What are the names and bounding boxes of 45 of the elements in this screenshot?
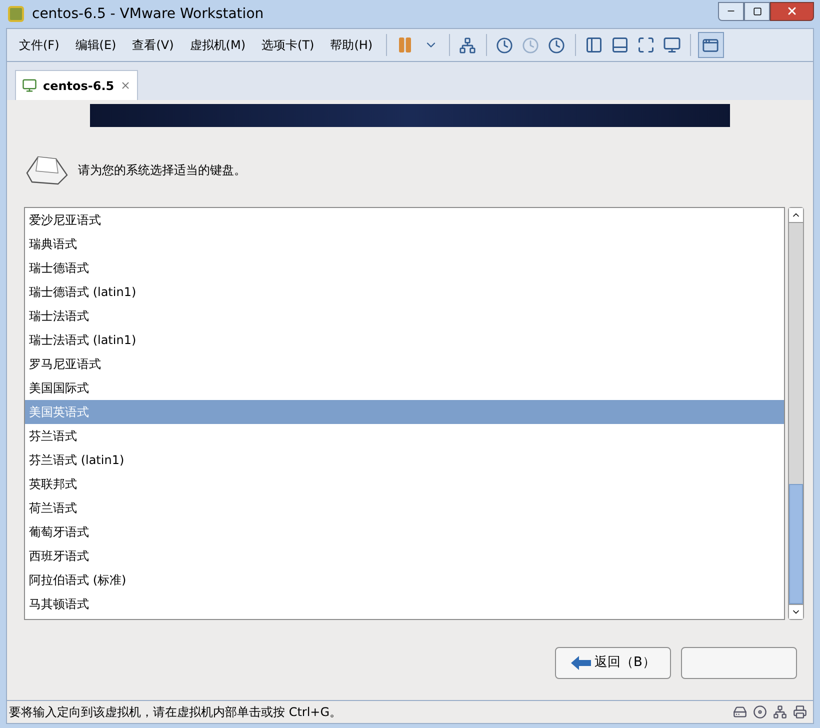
list-item[interactable]: 爱沙尼亚语式 [25, 208, 784, 232]
menu-item[interactable]: 查看(V) [126, 36, 180, 54]
list-item[interactable]: 芬兰语式 (latin1) [25, 448, 784, 472]
hard-drive-icon[interactable] [733, 705, 747, 719]
close-button[interactable] [770, 2, 814, 20]
list-item[interactable]: 西班牙语式 [25, 544, 784, 568]
prompt-text: 请为您的系统选择适当的键盘。 [78, 162, 246, 179]
maximize-icon [752, 6, 762, 16]
scroll-up-icon[interactable] [789, 208, 803, 223]
app-icon [8, 6, 24, 22]
window-icon[interactable] [698, 32, 724, 58]
list-item[interactable]: 瑞士法语式 (latin1) [25, 328, 784, 352]
close-icon[interactable] [120, 80, 132, 91]
maximize-button[interactable] [744, 2, 770, 20]
menu-item[interactable]: 选项卡(T) [256, 36, 320, 54]
network-icon[interactable] [773, 705, 787, 719]
next-button[interactable] [681, 647, 797, 679]
list-item[interactable]: 美国国际式 [25, 376, 784, 400]
list-item[interactable]: 瑞典语式 [25, 232, 784, 256]
list-item[interactable]: 葡萄牙语式 [25, 520, 784, 544]
vm-icon [22, 78, 37, 93]
list-item[interactable]: 瑞士法语式 [25, 304, 784, 328]
list-item[interactable]: 罗马尼亚语式 [25, 352, 784, 376]
scrollbar[interactable] [788, 207, 804, 620]
disc-icon[interactable] [753, 705, 767, 719]
scroll-thumb[interactable] [789, 484, 803, 604]
list-item[interactable]: 阿拉伯语式 (标准) [25, 568, 784, 592]
list-item[interactable]: 马其顿语式 [25, 592, 784, 616]
tab[interactable]: centos-6.5 [15, 70, 138, 100]
menu-item[interactable]: 编辑(E) [69, 36, 122, 54]
close-icon [786, 5, 798, 17]
list-item[interactable]: 荷兰语式 [25, 496, 784, 520]
left-arrow-icon [570, 656, 591, 670]
window-title: centos-6.5 - VMware Workstation [32, 4, 264, 24]
printer-icon[interactable] [793, 705, 807, 719]
list-item[interactable]: 芬兰语式 [25, 424, 784, 448]
list-item[interactable]: 瑞士德语式 [25, 256, 784, 280]
back-button[interactable]: 返回（B） [555, 647, 671, 679]
list-item[interactable]: 英联邦式 [25, 472, 784, 496]
menu-item[interactable]: 虚拟机(M) [184, 36, 252, 54]
status-text: 要将输入定向到该虚拟机，请在虚拟机内部单击或按 Ctrl+G。 [9, 704, 342, 721]
scroll-down-icon[interactable] [789, 604, 803, 619]
list-item[interactable]: 瑞士德语式 (latin1) [25, 280, 784, 304]
menu-item[interactable]: 帮助(H) [324, 36, 379, 54]
menu-item[interactable]: 文件(F) [13, 36, 66, 54]
